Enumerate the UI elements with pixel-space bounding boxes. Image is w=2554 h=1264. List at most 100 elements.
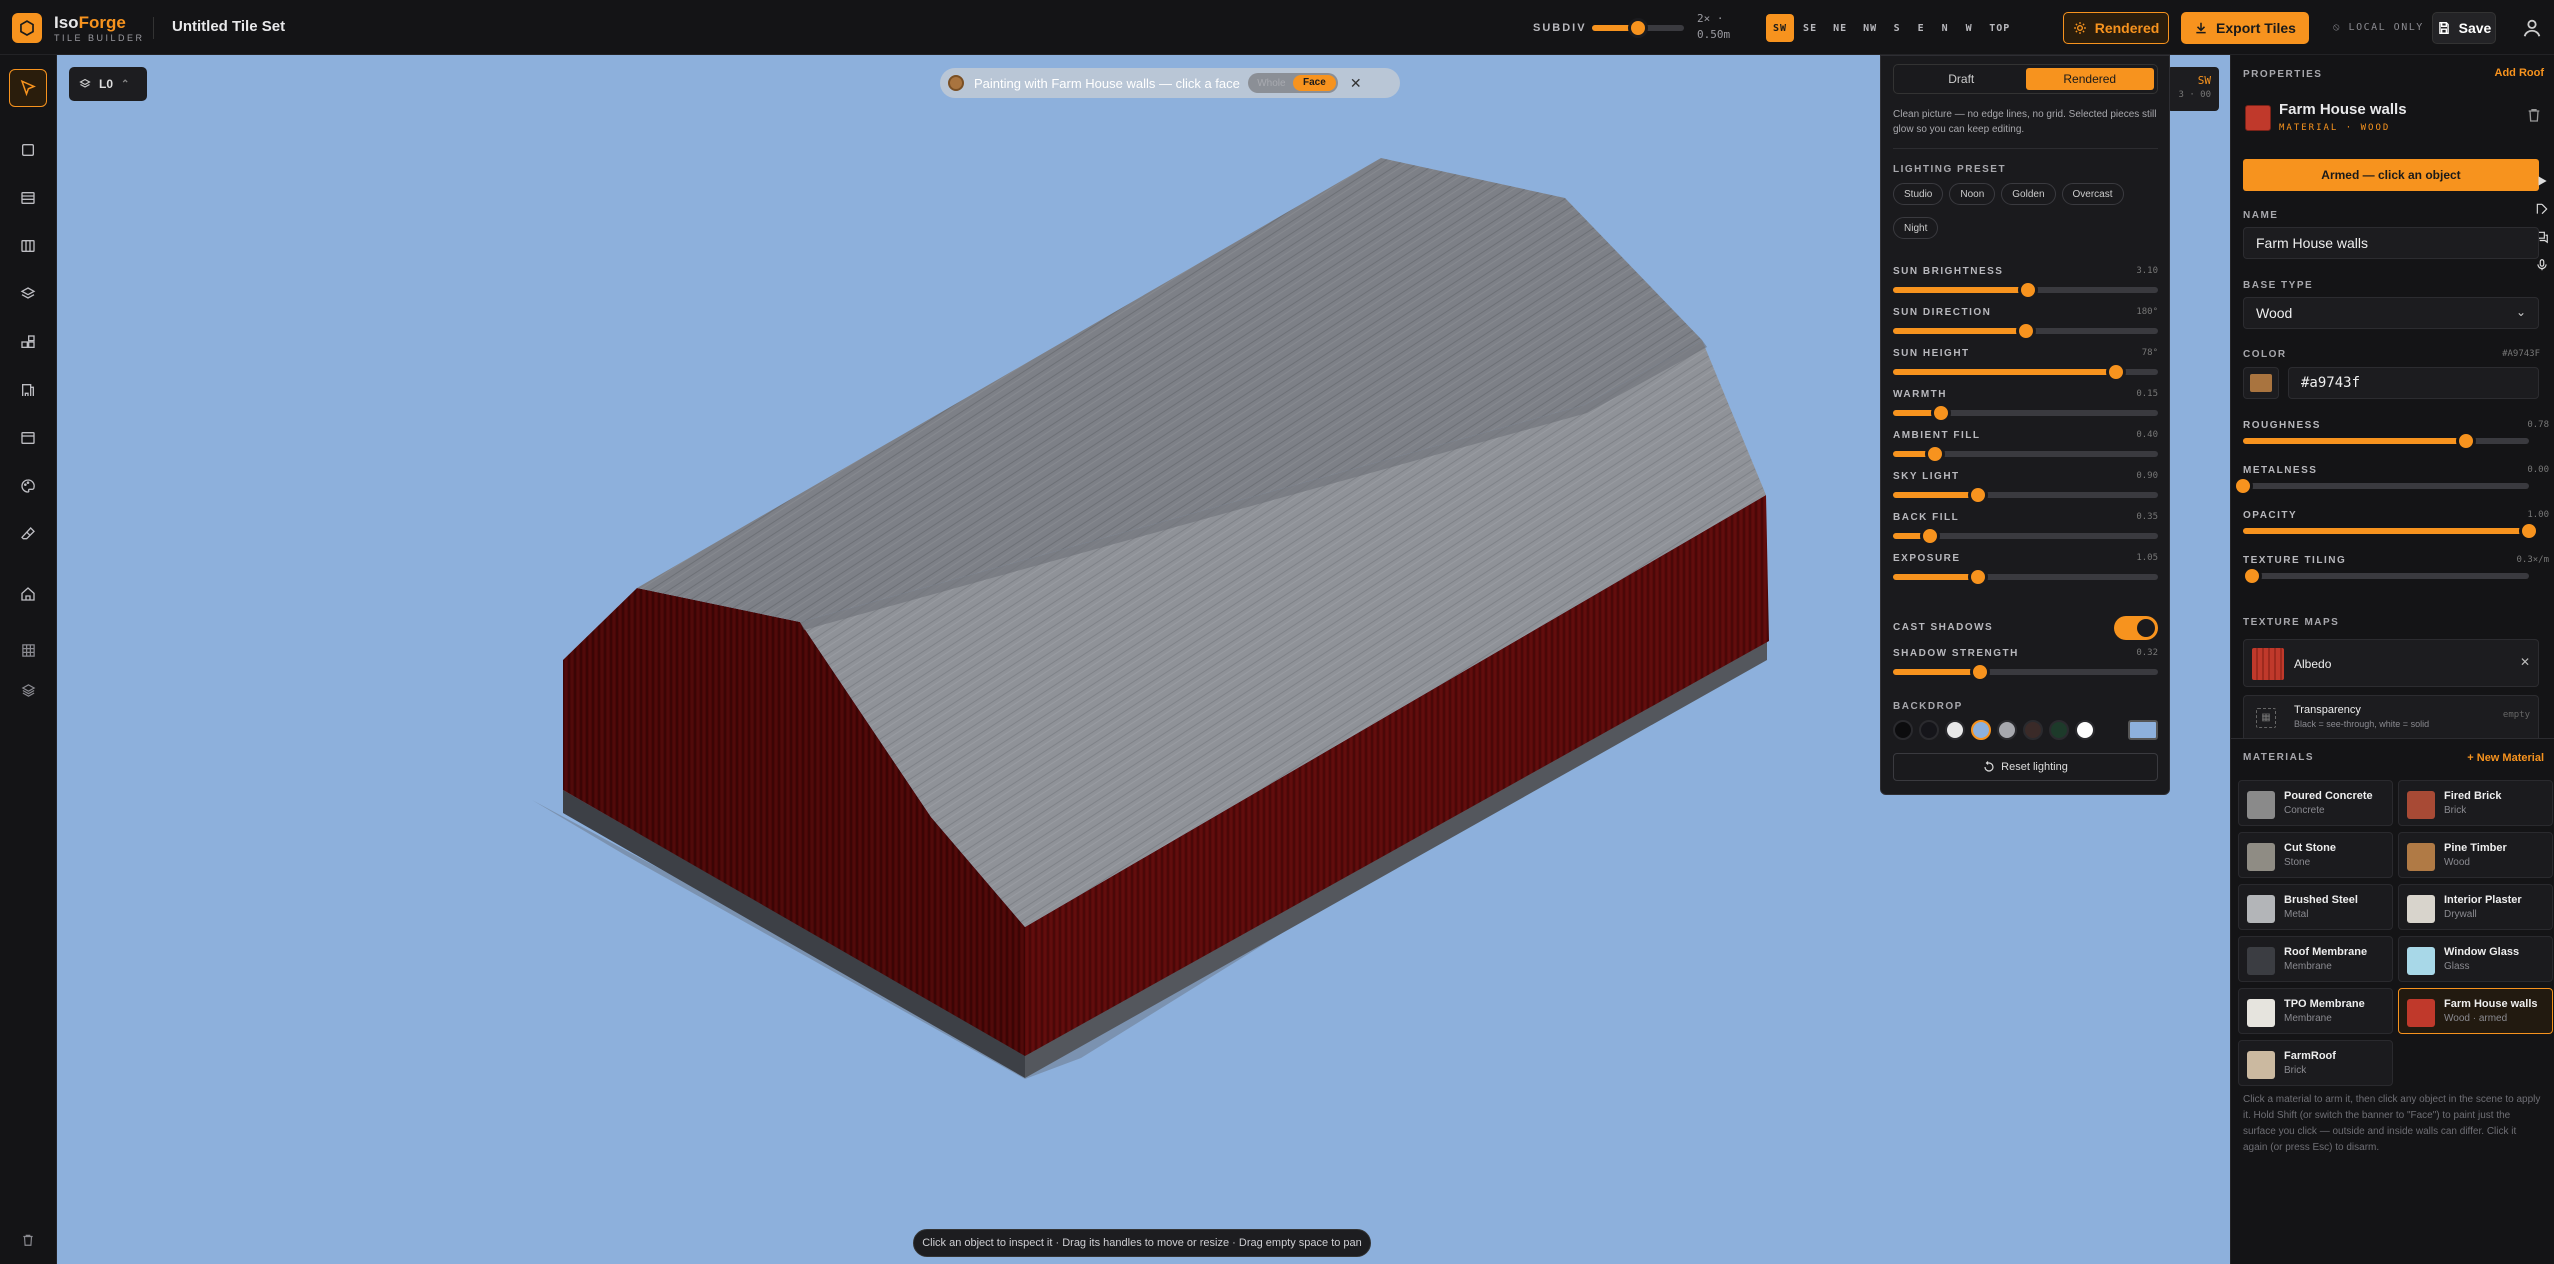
sun-height-slider-thumb[interactable] [2105,362,2126,382]
sun-direction-slider-thumb[interactable] [2015,321,2036,341]
exposure-slider-track[interactable] [1893,567,2158,587]
render-mode-toggle[interactable]: Draft Rendered [1893,64,2158,94]
sun-height-slider-track[interactable] [1893,362,2158,382]
material-card[interactable]: Window Glass Glass [2398,936,2553,982]
shadow-strength-track[interactable] [1893,662,2158,682]
new-material-button[interactable]: + New Material [2467,752,2544,764]
backdrop-swatch[interactable] [2049,720,2069,740]
level-selector[interactable]: L0 ⌃ [69,67,147,101]
sun-direction-slider[interactable]: SUN DIRECTION 180° [1893,307,2158,347]
layers-tool[interactable] [9,275,47,313]
window-tool[interactable] [9,419,47,457]
reset-lighting-button[interactable]: Reset lighting [1893,753,2158,781]
preset-overcast[interactable]: Overcast [2061,183,2124,205]
backdrop-swatch[interactable] [1893,720,1913,740]
material-card[interactable]: Poured Concrete Concrete [2238,780,2393,826]
view-button-sw[interactable]: SW [1766,14,1795,42]
remove-icon[interactable]: ✕ [2520,655,2530,669]
backdrop-swatch[interactable] [2023,720,2043,740]
sun-direction-slider-track[interactable] [1893,321,2158,341]
home-tool[interactable] [9,575,47,613]
color-picker-swatch[interactable] [2243,367,2279,399]
warmth-slider-track[interactable] [1893,403,2158,423]
warmth-slider[interactable]: WARMTH 0.15 [1893,389,2158,429]
backdrop-swatch[interactable] [1997,720,2017,740]
trash-tool[interactable] [9,1221,47,1259]
sun-height-slider[interactable]: SUN HEIGHT 78° [1893,348,2158,388]
backdrop-swatch[interactable] [1971,720,1991,740]
opacity-slider-track[interactable] [2243,521,2539,541]
roughness-slider-thumb[interactable] [2456,431,2477,451]
metalness-slider-thumb[interactable] [2233,476,2253,496]
paint-scope-toggle[interactable]: Whole Face [1247,73,1338,93]
wall-tool[interactable] [9,179,47,217]
warmth-slider-thumb[interactable] [1930,403,1951,423]
base-type-select[interactable]: Wood ⌄ [2243,297,2539,329]
sky-light-slider-thumb[interactable] [1967,485,1988,505]
backdrop-swatch[interactable] [1945,720,1965,740]
stack-tool[interactable] [9,671,47,709]
back-fill-slider-thumb[interactable] [1920,526,1941,546]
material-card[interactable]: FarmRoof Brick [2238,1040,2393,1086]
trash-icon[interactable] [2526,107,2542,123]
material-card[interactable]: Cut Stone Stone [2238,832,2393,878]
tab-draft[interactable]: Draft [1897,68,2026,90]
flow-icon[interactable] [2532,199,2552,219]
preset-golden[interactable]: Golden [2001,183,2056,205]
backdrop-custom-color[interactable] [2128,720,2158,740]
exposure-slider[interactable]: EXPOSURE 1.05 [1893,553,2158,593]
view-button-n[interactable]: N [1934,14,1956,42]
backdrop-swatch[interactable] [1919,720,1939,740]
select-tool[interactable] [9,69,47,107]
view-button-nw[interactable]: NW [1856,14,1884,42]
sky-light-slider[interactable]: SKY LIGHT 0.90 [1893,471,2158,511]
transparency-map-slot[interactable]: ▦ Transparency Black = see-through, whit… [2243,695,2539,739]
material-card[interactable]: TPO Membrane Membrane [2238,988,2393,1034]
sun-brightness-slider-track[interactable] [1893,280,2158,300]
grid-tool[interactable] [9,631,47,669]
paint-scope-whole[interactable]: Whole [1250,78,1293,89]
app-logo-icon[interactable]: ⬡ [12,13,42,43]
texture-tiling-slider-track[interactable] [2241,566,2529,586]
shadow-strength-thumb[interactable] [1970,662,1991,682]
play-icon[interactable] [2532,171,2552,191]
view-button-top[interactable]: TOP [1982,14,2017,42]
preset-noon[interactable]: Noon [1949,183,1996,205]
stairs-tool[interactable] [9,371,47,409]
exposure-slider-thumb[interactable] [1967,567,1988,587]
material-card[interactable]: Pine Timber Wood [2398,832,2553,878]
metalness-slider[interactable]: METALNESS 0.00 [2233,465,2549,505]
material-card[interactable]: Farm House walls Wood · armed [2398,988,2553,1034]
name-field[interactable]: Farm House walls [2243,227,2539,259]
metalness-slider-track[interactable] [2233,476,2529,496]
subdiv-slider-thumb[interactable] [1628,18,1648,38]
view-compass[interactable]: SW 3 · 00 [2167,67,2219,111]
rendered-mode-button[interactable]: Rendered [2063,12,2169,44]
preset-night[interactable]: Night [1893,217,1939,239]
floor-tool[interactable] [9,227,47,265]
roughness-slider[interactable]: ROUGHNESS 0.78 [2243,420,2549,460]
view-button-se[interactable]: SE [1796,14,1824,42]
document-title[interactable]: Untitled Tile Set [172,18,285,35]
close-icon[interactable]: ✕ [1350,75,1362,92]
view-button-e[interactable]: E [1910,14,1932,42]
tab-rendered[interactable]: Rendered [2025,68,2154,90]
cast-shadows-toggle[interactable] [2114,616,2158,640]
user-icon[interactable] [2521,17,2543,39]
ambient-fill-slider[interactable]: AMBIENT FILL 0.40 [1893,430,2158,470]
material-card[interactable]: Brushed Steel Metal [2238,884,2393,930]
erase-tool[interactable] [9,515,47,553]
color-hex-field[interactable]: #a9743f [2288,367,2539,399]
paint-scope-face[interactable]: Face [1292,75,1336,91]
shadow-strength[interactable]: SHADOW STRENGTH 0.32 [1893,648,2158,688]
texture-tiling-slider-thumb[interactable] [2241,566,2262,586]
view-button-s[interactable]: S [1886,14,1908,42]
material-card[interactable]: Interior Plaster Drywall [2398,884,2553,930]
subdiv-slider[interactable] [1592,18,1684,38]
ambient-fill-slider-thumb[interactable] [1925,444,1946,464]
albedo-map-slot[interactable]: Albedo ✕ [2243,639,2539,687]
ambient-fill-slider-track[interactable] [1893,444,2158,464]
back-fill-slider-track[interactable] [1893,526,2158,546]
save-button[interactable]: Save [2432,12,2496,44]
material-card[interactable]: Fired Brick Brick [2398,780,2553,826]
